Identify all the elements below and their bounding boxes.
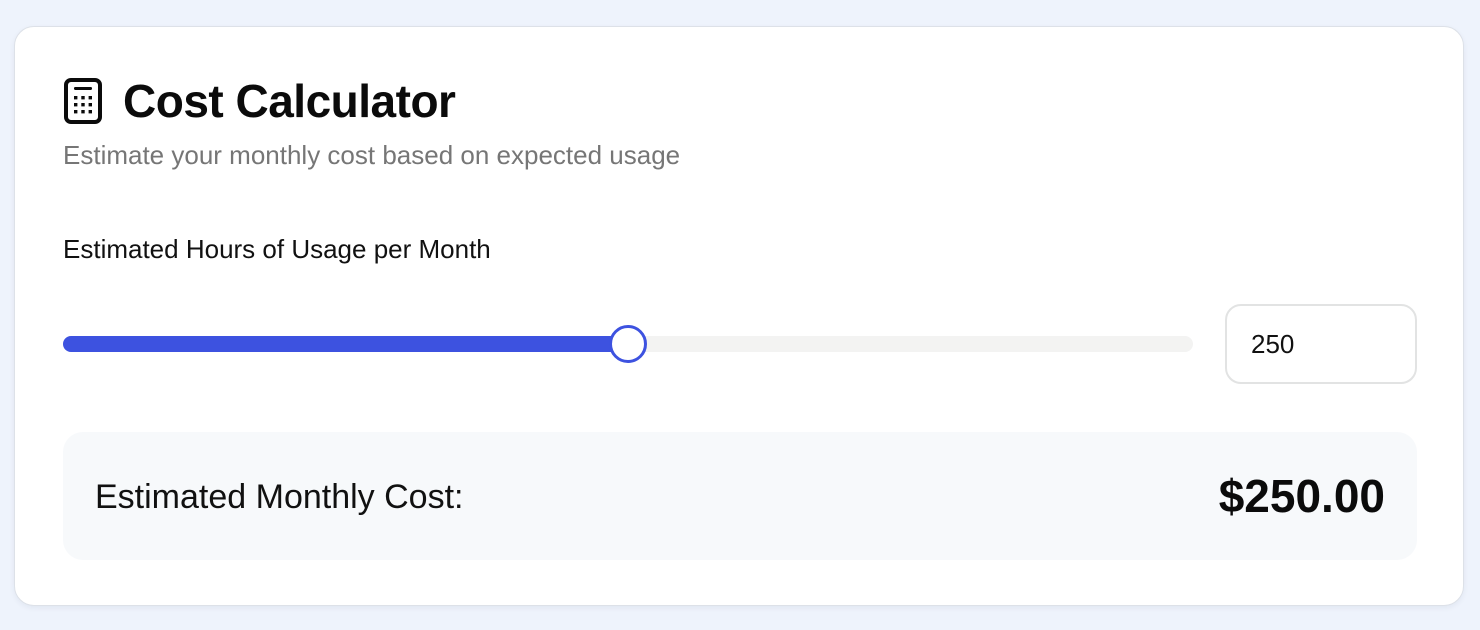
hours-input[interactable]	[1225, 304, 1417, 384]
page-subtitle: Estimate your monthly cost based on expe…	[63, 140, 681, 170]
estimated-cost-value: $250.00	[1218, 470, 1385, 522]
usage-slider-label: Estimated Hours of Usage per Month	[63, 234, 491, 264]
calculator-icon	[64, 78, 102, 124]
result-label: Estimated Monthly Cost:	[95, 478, 464, 516]
calculator-header: Cost Calculator	[63, 75, 456, 127]
slider-fill	[63, 336, 628, 352]
cost-calculator-card: Cost Calculator Estimate your monthly co…	[14, 26, 1464, 606]
slider-thumb[interactable]	[609, 325, 647, 363]
result-panel: Estimated Monthly Cost: $250.00	[63, 432, 1417, 560]
usage-slider[interactable]	[63, 317, 1193, 371]
page-title: Cost Calculator	[123, 75, 456, 127]
